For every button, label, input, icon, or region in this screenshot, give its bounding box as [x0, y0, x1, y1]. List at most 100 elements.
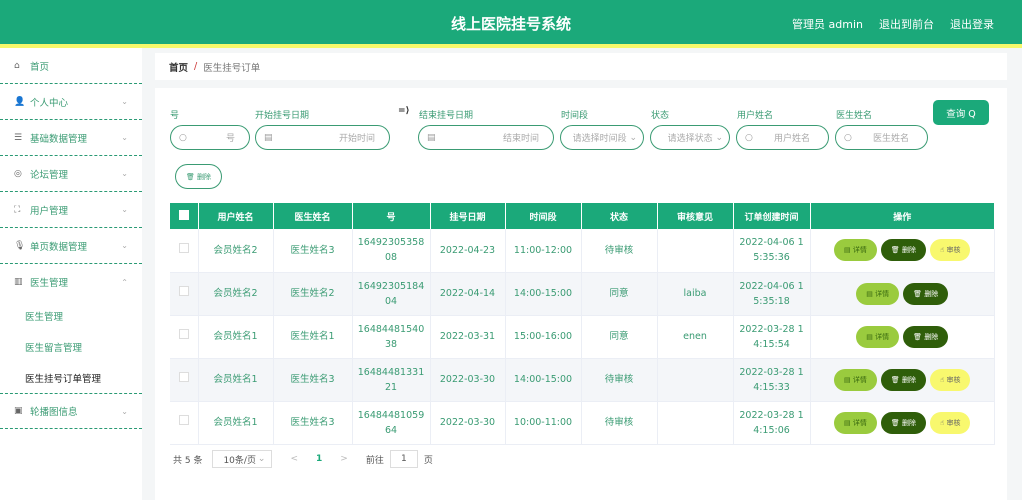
status-placeholder: 请选择状态 [667, 134, 713, 144]
sidebar-item[interactable]: ▥ 医生管理 ⌃ [0, 264, 142, 300]
sidebar-subitem[interactable]: 医生留言管理 [0, 331, 142, 362]
user-placeholder: 用户姓名 [773, 134, 810, 144]
cell-created: 2022-04-06 15:35:18 [733, 272, 811, 316]
detail-button[interactable]: ▤ 详情 [834, 239, 877, 262]
user-input[interactable]: ○ 用户姓名 [736, 125, 829, 150]
start-date-input[interactable]: ▤ 开始时间 [255, 125, 390, 150]
breadcrumb-current: 医生挂号订单 [203, 62, 261, 74]
detail-button[interactable]: ▤ 详情 [834, 411, 877, 434]
mic-icon: 🎙 [14, 240, 26, 251]
sidebar-subitem[interactable]: 医生挂号订单管理 [0, 362, 142, 393]
cell-user: 会员姓名2 [198, 229, 274, 273]
sidebar-item-label: 轮播图信息 [30, 407, 78, 418]
start-date-label: 开始挂号日期 [255, 111, 310, 121]
sidebar-item[interactable]: ☰ 基础数据管理 ⌄ [0, 120, 142, 156]
total-count: 共 5 条 [173, 455, 203, 466]
sidebar-item[interactable]: 👤 个人中心 ⌄ [0, 84, 142, 120]
delete-row-button[interactable]: 🗑 删除 [880, 411, 926, 434]
page-1[interactable]: 1 [316, 454, 322, 464]
orders-table: 用户姓名 医生姓名号挂号日期 时间段 状态 审核意见 订单创建时间 操作 会员姓名2 医生姓名… [170, 203, 995, 445]
table-row: 会员姓名1 医生姓名3 1648448133121 2022-03-30 14:00-1… [170, 358, 995, 402]
cell-doctor: 医生姓名2 [273, 272, 353, 316]
image-icon: ▣ [14, 406, 23, 416]
go-front-link[interactable]: 退出到前台 [879, 16, 934, 32]
goto-label: 前往 [365, 455, 384, 466]
no-input[interactable]: ○ 号 [170, 125, 250, 150]
review-button[interactable]: ☝ 审核 [929, 411, 971, 434]
header: 线上医院挂号系统 管理员 admin 退出到前台 退出登录 [0, 0, 1022, 44]
cell-user: 会员姓名2 [198, 272, 274, 316]
delete-button[interactable]: 🗑 删除 [175, 164, 222, 189]
sidebar-subitem[interactable]: 医生管理 [0, 300, 142, 331]
status-label: 状态 [651, 111, 670, 121]
detail-button[interactable]: ▤ 详情 [856, 282, 900, 305]
page-unit: 页 [423, 455, 433, 466]
delete-row-button[interactable]: 🗑 删除 [903, 282, 949, 305]
cell-opinion: enen [657, 315, 734, 359]
column-header: 时间段 [505, 203, 582, 229]
range-arrow-icon: =⟩ [398, 106, 410, 116]
page-size-value: 10条/页 [223, 455, 256, 466]
chevron-down-icon: ⌄ [257, 454, 266, 464]
logout-link[interactable]: 退出登录 [950, 16, 994, 32]
doctor-placeholder: 医生姓名 [872, 134, 909, 144]
cell-opinion [657, 229, 734, 273]
chevron-down-icon: ⌄ [121, 133, 128, 142]
row-checkbox[interactable] [170, 229, 199, 273]
chevron-up-icon: ⌃ [121, 277, 128, 287]
no-placeholder: 号 [225, 134, 235, 144]
chat-icon: ◎ [14, 168, 22, 179]
calendar-icon: ▤ [264, 132, 273, 143]
admin-user: 管理员 admin [792, 18, 863, 31]
detail-button[interactable]: ▤ 详情 [856, 325, 900, 348]
slot-select[interactable]: 请选择时间段 ⌄ [560, 125, 644, 150]
row-checkbox[interactable] [170, 272, 199, 316]
cell-slot: 14:00-15:00 [505, 272, 582, 316]
chevron-down-icon: ⌄ [121, 169, 128, 178]
sidebar-item[interactable]: ◎ 论坛管理 ⌄ [0, 156, 142, 192]
breadcrumb-home[interactable]: 首页 [169, 60, 188, 74]
delete-row-button[interactable]: 🗑 删除 [880, 368, 926, 391]
sidebar-item[interactable]: 🎙 单页数据管理 ⌄ [0, 228, 142, 264]
status-select[interactable]: 请选择状态 ⌄ [650, 125, 730, 150]
search-icon: ○ [844, 132, 852, 143]
row-checkbox[interactable] [170, 315, 199, 359]
menu-icon: ☰ [14, 132, 23, 143]
end-date-input[interactable]: ▤ 结束时间 [418, 125, 554, 150]
next-page-button[interactable]: > [340, 454, 348, 464]
sidebar: ⌂ 首页 👤 个人中心 ⌄ ☰ 基础数据管理 ⌄ ◎ 论坛管理 ⌄ ⛶ 用户管理 ⌄ 🎙 单页数据管理 ⌄ ▥ 医生… [0, 48, 142, 500]
cell-slot: 14:00-15:00 [505, 358, 582, 402]
review-button[interactable]: ☝ 审核 [929, 368, 971, 391]
slot-label: 时间段 [561, 111, 589, 121]
row-checkbox[interactable] [170, 401, 199, 445]
table-row: 会员姓名2 医生姓名3 1649230535808 2022-04-23 11:00-1… [170, 229, 995, 273]
goto-page-input[interactable]: 1 [389, 450, 418, 468]
query-button[interactable]: 查询 Q [933, 100, 989, 125]
cell-status: 待审核 [581, 229, 658, 273]
sidebar-item-label: 用户管理 [30, 205, 69, 217]
column-header: 号 [352, 203, 431, 229]
delete-row-button[interactable]: 🗑 删除 [880, 239, 926, 262]
row-checkbox[interactable] [170, 358, 199, 402]
page-size-select[interactable]: 10条/页 ⌄ [212, 450, 273, 468]
cell-status: 待审核 [581, 358, 658, 402]
home-icon: ⌂ [14, 60, 20, 71]
cell-opinion: laiba [657, 272, 734, 316]
chevron-down-icon: ⌄ [121, 241, 128, 250]
sidebar-item-label: 论坛管理 [30, 169, 69, 181]
cell-no: 1648448154038 [352, 315, 431, 359]
prev-page-button[interactable]: < [290, 454, 298, 464]
select-all-checkbox[interactable] [170, 203, 199, 229]
review-button[interactable]: ☝ 审核 [929, 239, 971, 262]
sidebar-item[interactable]: ⛶ 用户管理 ⌄ [0, 192, 142, 228]
sidebar-item[interactable]: ⌂ 首页 [0, 48, 142, 84]
delete-row-button[interactable]: 🗑 删除 [903, 325, 949, 348]
detail-button[interactable]: ▤ 详情 [834, 368, 877, 391]
cell-date: 2022-04-23 [430, 229, 506, 273]
doctor-input[interactable]: ○ 医生姓名 [835, 125, 928, 150]
cell-doctor: 医生姓名3 [273, 358, 353, 402]
cell-actions: ▤ 详情 🗑 删除 [810, 272, 995, 316]
start-placeholder: 开始时间 [338, 134, 375, 144]
sidebar-item[interactable]: ▣ 轮播图信息 ⌄ [0, 393, 142, 429]
cell-status: 同意 [581, 315, 658, 359]
